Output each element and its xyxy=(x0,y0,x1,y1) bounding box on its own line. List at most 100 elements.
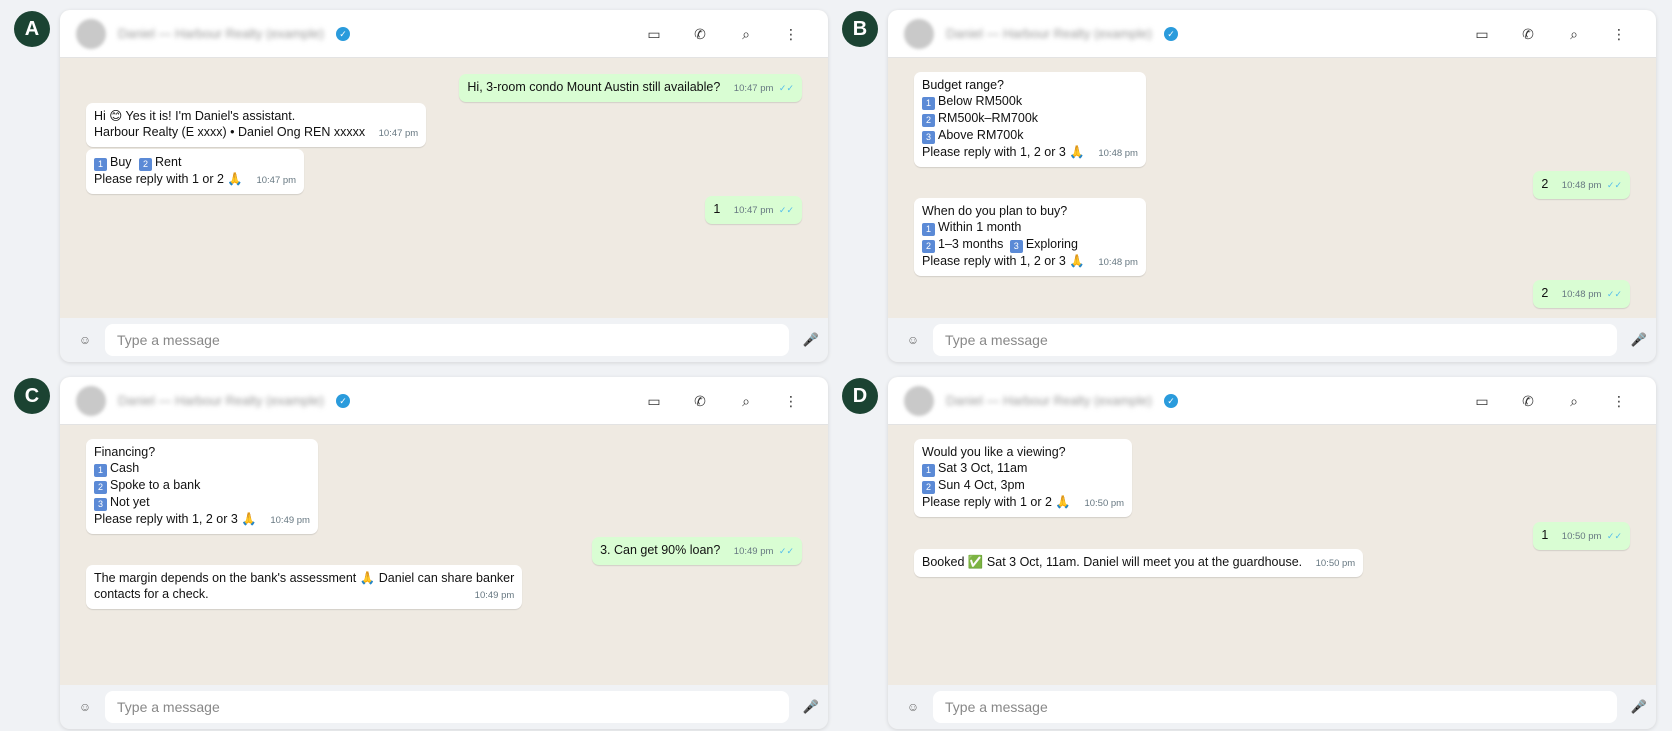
message-time: 10:48 pm xyxy=(1561,180,1602,191)
message-time: 10:47 pm xyxy=(256,175,297,186)
menu-icon[interactable]: ⋮ xyxy=(780,390,802,412)
menu-icon[interactable]: ⋮ xyxy=(1608,23,1630,45)
microphone-icon[interactable]: 🎤 xyxy=(1629,697,1649,717)
option-text: Exploring xyxy=(1025,237,1078,251)
message-incoming[interactable]: Financing? 1 Cash 2 Spoke to a bank 3 Not y… xyxy=(86,439,318,534)
chat-header: Daniel — Harbour Realty (example) ✓ ▭ ✆ … xyxy=(888,377,1656,425)
message-text: 3. Can get 90% loan? xyxy=(600,543,721,557)
contact-name[interactable]: Daniel — Harbour Realty (example) xyxy=(946,393,1152,408)
message-text: 2 xyxy=(1541,286,1549,300)
message-text: Hi 😊 Yes it is! I'm Daniel's assistant. xyxy=(94,109,296,123)
message-time: 10:49 pm xyxy=(270,515,310,526)
read-receipt-icon: ✓✓ xyxy=(778,83,794,93)
option-text: Spoke to a bank xyxy=(110,478,201,492)
message-input[interactable] xyxy=(105,691,789,723)
message-time: 10:48 pm xyxy=(1098,257,1138,268)
emoji-icon[interactable]: ☺ xyxy=(76,331,94,349)
voice-call-icon[interactable]: ✆ xyxy=(1517,390,1539,412)
emoji-icon[interactable]: ☺ xyxy=(904,698,922,716)
keycap-one-icon: 1 xyxy=(922,464,935,477)
menu-icon[interactable]: ⋮ xyxy=(780,23,802,45)
contact-name[interactable]: Daniel — Harbour Realty (example) xyxy=(946,26,1152,41)
emoji-icon[interactable]: ☺ xyxy=(76,698,94,716)
panel-label-a: A xyxy=(14,11,50,47)
message-time: 10:50 pm xyxy=(1315,558,1356,569)
option-text: Sat 3 Oct, 11am xyxy=(938,461,1028,475)
keycap-two-icon: 2 xyxy=(922,240,935,253)
keycap-two-icon: 2 xyxy=(139,158,153,171)
chat-header: Daniel — Harbour Realty (example) ✓ ▭ ✆ … xyxy=(60,377,828,425)
microphone-icon[interactable]: 🎤 xyxy=(801,330,821,350)
message-time: 10:47 pm xyxy=(733,83,774,94)
verified-badge-icon: ✓ xyxy=(336,394,350,408)
microphone-icon[interactable]: 🎤 xyxy=(801,697,821,717)
message-incoming[interactable]: Booked ✅ Sat 3 Oct, 11am. Daniel will me… xyxy=(914,549,1364,577)
option-text: Above RM700k xyxy=(938,128,1024,142)
search-icon[interactable]: ⌕ xyxy=(735,23,757,45)
message-time: 10:49 pm xyxy=(733,546,774,557)
search-icon[interactable]: ⌕ xyxy=(1563,390,1585,412)
menu-icon[interactable]: ⋮ xyxy=(1608,390,1630,412)
message-time: 10:47 pm xyxy=(733,205,774,216)
message-outgoing[interactable]: 1 10:50 pm ✓✓ xyxy=(1533,522,1630,550)
search-icon[interactable]: ⌕ xyxy=(735,390,757,412)
message-outgoing[interactable]: 3. Can get 90% loan? 10:49 pm ✓✓ xyxy=(592,537,802,565)
message-composer: ☺ 🎤 xyxy=(888,318,1656,362)
message-outgoing[interactable]: Hi, 3-room condo Mount Austin still avai… xyxy=(459,74,802,102)
message-text: Please reply with 1, 2 or 3 🙏 xyxy=(94,512,257,526)
message-incoming[interactable]: The margin depends on the bank's assessm… xyxy=(86,565,523,609)
message-composer: ☺ 🎤 xyxy=(60,318,828,362)
keycap-one-icon: 1 xyxy=(94,158,107,171)
message-input[interactable] xyxy=(933,324,1617,356)
message-text: 2 xyxy=(1541,177,1549,191)
message-text: Financing? xyxy=(94,445,156,459)
verified-badge-icon: ✓ xyxy=(336,27,350,41)
contact-name[interactable]: Daniel — Harbour Realty (example) xyxy=(118,393,324,408)
message-input[interactable] xyxy=(933,691,1617,723)
video-call-icon[interactable]: ▭ xyxy=(643,23,665,45)
keycap-one-icon: 1 xyxy=(94,464,107,477)
message-outgoing[interactable]: 2 10:48 pm ✓✓ xyxy=(1533,171,1630,199)
keycap-one-icon: 1 xyxy=(922,223,935,236)
video-call-icon[interactable]: ▭ xyxy=(643,390,665,412)
message-text: Would you like a viewing? xyxy=(922,445,1066,459)
video-call-icon[interactable]: ▭ xyxy=(1471,23,1493,45)
message-incoming[interactable]: Hi 😊 Yes it is! I'm Daniel's assistant. … xyxy=(86,103,427,147)
message-input[interactable] xyxy=(105,324,789,356)
avatar[interactable] xyxy=(904,386,934,416)
option-text: Rent xyxy=(155,155,182,169)
avatar[interactable] xyxy=(76,19,106,49)
message-outgoing[interactable]: 1 10:47 pm ✓✓ xyxy=(705,196,802,224)
voice-call-icon[interactable]: ✆ xyxy=(689,23,711,45)
video-call-icon[interactable]: ▭ xyxy=(1471,390,1493,412)
message-text: Please reply with 1, 2 or 3 🙏 xyxy=(922,254,1085,268)
message-text: 1 xyxy=(713,202,721,216)
contact-name[interactable]: Daniel — Harbour Realty (example) xyxy=(118,26,324,41)
panel-label-c: C xyxy=(14,378,50,414)
option-text: 1–3 months xyxy=(938,237,1004,251)
search-icon[interactable]: ⌕ xyxy=(1563,23,1585,45)
message-text: When do you plan to buy? xyxy=(922,204,1068,218)
message-incoming[interactable]: Budget range? 1 Below RM500k 2 RM500k–RM70… xyxy=(914,72,1146,167)
option-text: Within 1 month xyxy=(938,220,1022,234)
message-outgoing[interactable]: 2 10:48 pm ✓✓ xyxy=(1533,280,1630,308)
avatar[interactable] xyxy=(904,19,934,49)
message-incoming[interactable]: 1 Buy 2 Rent Please reply with 1 or 2 🙏 10… xyxy=(86,149,305,194)
voice-call-icon[interactable]: ✆ xyxy=(689,390,711,412)
message-text: Please reply with 1 or 2 🙏 xyxy=(922,495,1071,509)
message-incoming[interactable]: Would you like a viewing? 1 Sat 3 Oct, 11… xyxy=(914,439,1133,517)
avatar[interactable] xyxy=(76,386,106,416)
message-text: The margin depends on the bank's assessm… xyxy=(94,571,515,585)
voice-call-icon[interactable]: ✆ xyxy=(1517,23,1539,45)
emoji-icon[interactable]: ☺ xyxy=(904,331,922,349)
read-receipt-icon: ✓✓ xyxy=(778,546,794,556)
microphone-icon[interactable]: 🎤 xyxy=(1629,330,1649,350)
chat-header: Daniel — Harbour Realty (example) ✓ ▭ ✆ … xyxy=(60,10,828,58)
message-incoming[interactable]: When do you plan to buy? 1 Within 1 month… xyxy=(914,198,1146,276)
message-text: 1 xyxy=(1541,528,1549,542)
option-text: Buy xyxy=(110,155,132,169)
option-text: Sun 4 Oct, 3pm xyxy=(938,478,1025,492)
keycap-two-icon: 2 xyxy=(922,481,935,494)
message-time: 10:48 pm xyxy=(1098,148,1138,159)
message-text: contacts for a check. xyxy=(94,587,209,601)
